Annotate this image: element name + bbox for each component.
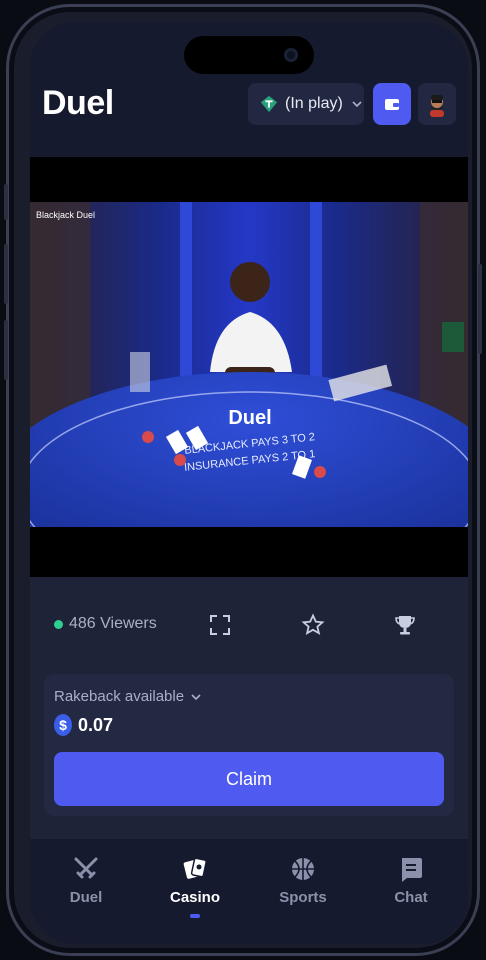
side-button — [4, 320, 8, 380]
fullscreen-icon[interactable] — [208, 613, 232, 637]
screen: Duel (In play) Duel BLACKJACK PAYS 3 TO … — [30, 22, 468, 944]
nav-item-duel[interactable]: Duel — [46, 855, 126, 906]
nav-item-chat[interactable]: Chat — [371, 855, 451, 906]
nav-label-duel: Duel — [69, 889, 103, 906]
table-name: Blackjack Duel — [36, 210, 95, 220]
currency-selector[interactable]: (In play) — [248, 83, 364, 125]
swords-icon — [74, 857, 98, 879]
currency-label: (In play) — [285, 95, 343, 112]
online-indicator — [54, 619, 63, 629]
avatar — [430, 95, 444, 117]
rakeback-amount: $ 0.07 — [54, 714, 113, 736]
rakeback-toggle[interactable]: Rakeback available — [54, 688, 202, 705]
side-button — [4, 184, 8, 220]
phone-frame: Duel (In play) Duel BLACKJACK PAYS 3 TO … — [4, 4, 482, 956]
nav-label-casino: Casino — [169, 889, 220, 906]
viewer-count: 486 Viewers — [54, 615, 157, 633]
star-icon[interactable] — [301, 613, 325, 637]
rakeback-card: Rakeback available $ 0.07 Claim — [44, 674, 454, 816]
bottom-nav: Duel Casino Sports Chat — [30, 839, 468, 944]
live-stream-video[interactable]: Duel BLACKJACK PAYS 3 TO 2 INSURANCE PAY… — [30, 202, 468, 527]
basketball-icon — [292, 858, 314, 880]
nav-item-sports[interactable]: Sports — [263, 855, 343, 906]
viewer-count-label: 486 Viewers — [69, 615, 157, 632]
rakeback-value: 0.07 — [78, 714, 114, 735]
cards-icon — [183, 857, 207, 879]
wallet-button[interactable] — [373, 83, 411, 125]
blackjack-table-image: Duel BLACKJACK PAYS 3 TO 2 INSURANCE PAY… — [30, 202, 468, 527]
trophy-icon[interactable] — [393, 613, 417, 637]
nav-item-casino[interactable]: Casino — [155, 855, 235, 918]
camera-icon — [284, 48, 298, 62]
profile-button[interactable] — [418, 83, 456, 125]
wallet-icon — [385, 99, 399, 110]
chevron-down-icon — [191, 693, 201, 700]
dollar-coin-icon: $ — [54, 714, 72, 736]
claim-button[interactable]: Claim — [54, 752, 444, 806]
nav-label-sports: Sports — [279, 889, 327, 906]
stream-panel: 486 Viewers Rakeback available $ 0.07 Cl… — [30, 577, 468, 839]
table-brand: Duel — [228, 407, 271, 429]
stream-top-band — [30, 157, 468, 202]
side-button — [4, 244, 8, 304]
rakeback-label: Rakeback available — [54, 688, 185, 705]
stream-bottom-band — [30, 527, 468, 577]
tether-icon — [260, 95, 278, 113]
side-button — [478, 264, 482, 354]
nav-label-chat: Chat — [394, 889, 428, 906]
dynamic-island — [184, 36, 314, 74]
duel-logo[interactable]: Duel — [42, 84, 114, 123]
chat-icon — [402, 858, 422, 882]
chevron-down-icon — [352, 101, 362, 108]
active-tab-indicator — [190, 914, 200, 918]
